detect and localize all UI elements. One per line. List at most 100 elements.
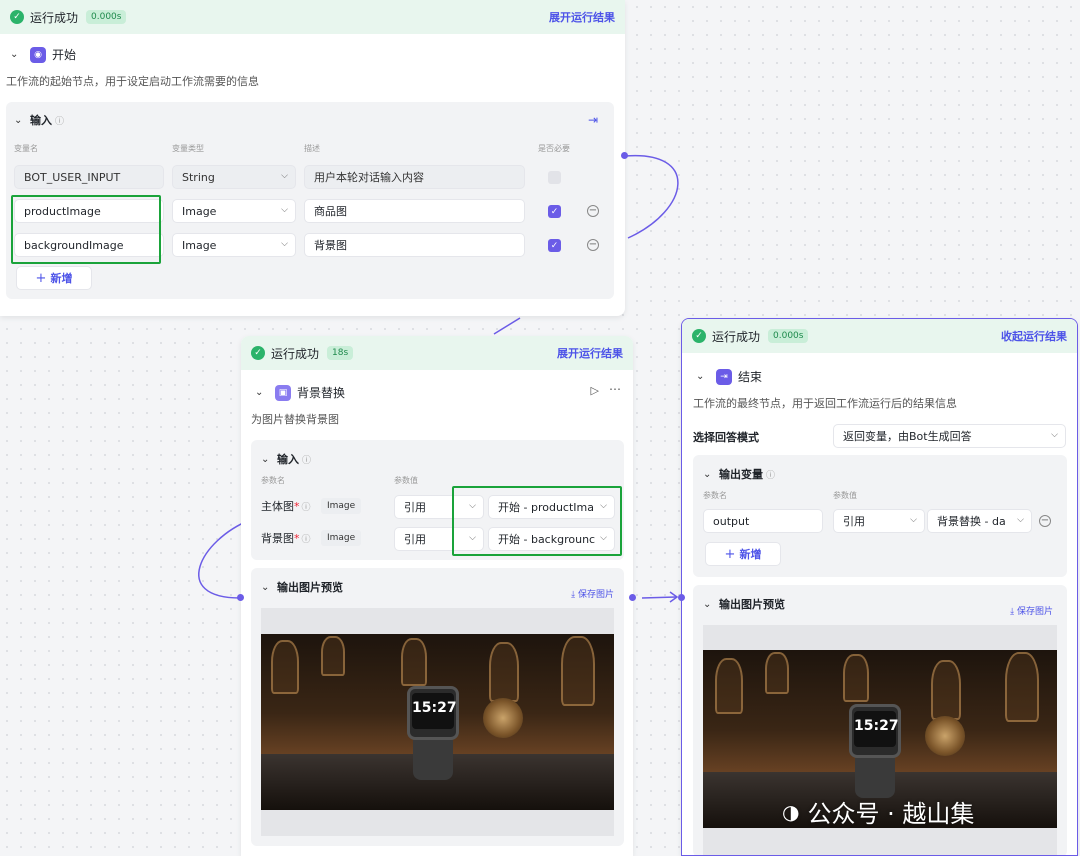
info-icon[interactable]: ⓘ (302, 535, 311, 545)
glass-shape (489, 642, 519, 702)
save-label: 保存图片 (1016, 607, 1053, 617)
param-name-text: 背景图 (261, 532, 294, 545)
glass-shape (843, 654, 869, 702)
glass-shape (715, 658, 743, 714)
end-node-header: ⌄ ⇥ 结束 (696, 368, 762, 385)
watch-decor (483, 698, 523, 738)
info-icon[interactable]: ⓘ (766, 468, 775, 481)
ref-value-select[interactable]: 背景替换 - da ⌵ (927, 509, 1032, 533)
var-name-field[interactable]: BOT_USER_INPUT (14, 165, 164, 189)
required-checkbox[interactable] (548, 171, 561, 184)
bg-replace-node[interactable]: ✓ 运行成功 18s 展开运行结果 ⌄ ▣ 背景替换 ▷ ⋯ 为图片替换背景图 … (241, 336, 633, 856)
import-icon[interactable]: ⇥ (588, 113, 598, 127)
time-badge: 18s (327, 346, 354, 360)
add-label: 新增 (50, 272, 73, 285)
output-image[interactable]: 15:27 (261, 634, 614, 810)
add-label: 新增 (739, 548, 762, 561)
var-type-value: Image (182, 204, 217, 218)
required-checkbox[interactable]: ✓ (548, 239, 561, 252)
output-port[interactable] (621, 152, 628, 159)
success-check-icon: ✓ (251, 346, 265, 360)
required-checkbox[interactable]: ✓ (548, 205, 561, 218)
output-name-field[interactable]: output (703, 509, 823, 533)
more-icon[interactable]: ⋯ (609, 382, 621, 396)
glass-shape (931, 660, 961, 720)
output-var-header: ⌄ 输出变量 ⓘ (703, 466, 775, 482)
expand-results-link[interactable]: 展开运行结果 (557, 345, 623, 361)
chevron-down-icon[interactable]: ⌄ (261, 454, 273, 465)
end-node-icon: ⇥ (716, 368, 732, 385)
end-node[interactable]: ✓ 运行成功 0.000s 收起运行结果 ⌄ ⇥ 结束 工作流的最终节点，用于返… (681, 318, 1078, 856)
download-icon: ⤓ (1010, 607, 1015, 617)
chevron-down-icon: ⌵ (281, 171, 288, 181)
chevron-down-icon: ⌵ (910, 515, 917, 525)
remove-icon[interactable]: − (587, 205, 599, 217)
preview-header: ⌄ 输出图片预览 (703, 596, 785, 612)
preview-header: ⌄ 输出图片预览 (261, 579, 343, 595)
ref-mode-value: 引用 (404, 533, 426, 546)
var-desc-field[interactable]: 用户本轮对话输入内容 (304, 165, 525, 189)
expand-results-link[interactable]: 展开运行结果 (549, 9, 615, 25)
smartwatch: 15:27 (849, 704, 901, 758)
plus-icon: + (724, 546, 736, 562)
var-type-select[interactable]: Image ⌵ (172, 199, 296, 223)
bg-node-header: ⌄ ▣ 背景替换 (255, 384, 345, 401)
bg-status-bar: ✓ 运行成功 18s 展开运行结果 (241, 336, 633, 370)
input-port[interactable] (237, 594, 244, 601)
end-status-bar: ✓ 运行成功 0.000s 收起运行结果 (682, 319, 1077, 353)
chevron-down-icon[interactable]: ⌄ (696, 371, 708, 382)
var-desc-field[interactable]: 背景图 (304, 233, 525, 257)
chevron-down-icon[interactable]: ⌄ (703, 469, 715, 480)
info-icon[interactable]: ⓘ (55, 114, 64, 127)
add-output-button[interactable]: + 新增 (705, 542, 781, 566)
chevron-down-icon: ⌵ (281, 239, 288, 249)
success-check-icon: ✓ (10, 10, 24, 24)
remove-icon[interactable]: − (587, 239, 599, 251)
col-value: 参数值 (833, 491, 857, 500)
ref-mode-value: 引用 (843, 515, 865, 528)
preview-frame: 15:27 (261, 608, 614, 836)
glass-shape (271, 640, 299, 694)
param-name-text: 主体图 (261, 500, 294, 513)
var-desc-field[interactable]: 商品图 (304, 199, 525, 223)
answer-mode-select[interactable]: 返回变量，由Bot生成回答 ⌵ (833, 424, 1066, 448)
watch-time: 15:27 (412, 693, 457, 729)
chevron-down-icon[interactable]: ⌄ (255, 387, 267, 398)
collapse-results-link[interactable]: 收起运行结果 (1001, 328, 1067, 344)
param-name: 背景图* ⓘ (261, 532, 311, 545)
success-check-icon: ✓ (692, 329, 706, 343)
col-value: 参数值 (394, 476, 418, 485)
var-type-select[interactable]: Image ⌵ (172, 233, 296, 257)
add-variable-button[interactable]: + 新增 (16, 266, 92, 290)
ref-mode-select[interactable]: 引用 ⌵ (833, 509, 925, 533)
node-title: 开始 (52, 48, 77, 62)
play-icon[interactable]: ▷ (591, 384, 599, 397)
chevron-down-icon[interactable]: ⌄ (14, 115, 26, 126)
type-tag: Image (321, 530, 362, 546)
info-icon[interactable]: ⓘ (302, 453, 311, 466)
remove-icon[interactable]: − (1039, 515, 1051, 527)
input-port[interactable] (678, 594, 685, 601)
chevron-down-icon[interactable]: ⌄ (703, 599, 715, 610)
status-text: 运行成功 (30, 10, 79, 25)
answer-mode-label: 选择回答模式 (693, 431, 759, 444)
chevron-down-icon[interactable]: ⌄ (10, 49, 22, 60)
var-type-select[interactable]: String ⌵ (172, 165, 296, 189)
save-image-button[interactable]: ⤓ 保存图片 (1010, 604, 1053, 617)
plugin-icon: ▣ (275, 384, 291, 401)
input-header: ⌄ 输入 ⓘ (14, 112, 64, 128)
node-title: 背景替换 (297, 386, 346, 400)
input-title: 输入 (30, 114, 52, 127)
save-image-button[interactable]: ⤓ 保存图片 (571, 587, 614, 600)
start-node[interactable]: ✓ 运行成功 0.000s 展开运行结果 ⌄ ◉ 开始 工作流的起始节点，用于设… (0, 0, 625, 316)
output-port[interactable] (629, 594, 636, 601)
chevron-down-icon[interactable]: ⌄ (261, 582, 273, 593)
start-node-icon: ◉ (30, 46, 46, 63)
col-type: 变量类型 (172, 144, 204, 153)
output-var-title: 输出变量 (719, 468, 763, 481)
glass-shape (1005, 652, 1039, 722)
ref-value-text: 背景替换 - da (937, 515, 1006, 528)
col-required: 是否必要 (538, 144, 570, 153)
highlight-box (452, 486, 622, 556)
info-icon[interactable]: ⓘ (302, 503, 311, 513)
